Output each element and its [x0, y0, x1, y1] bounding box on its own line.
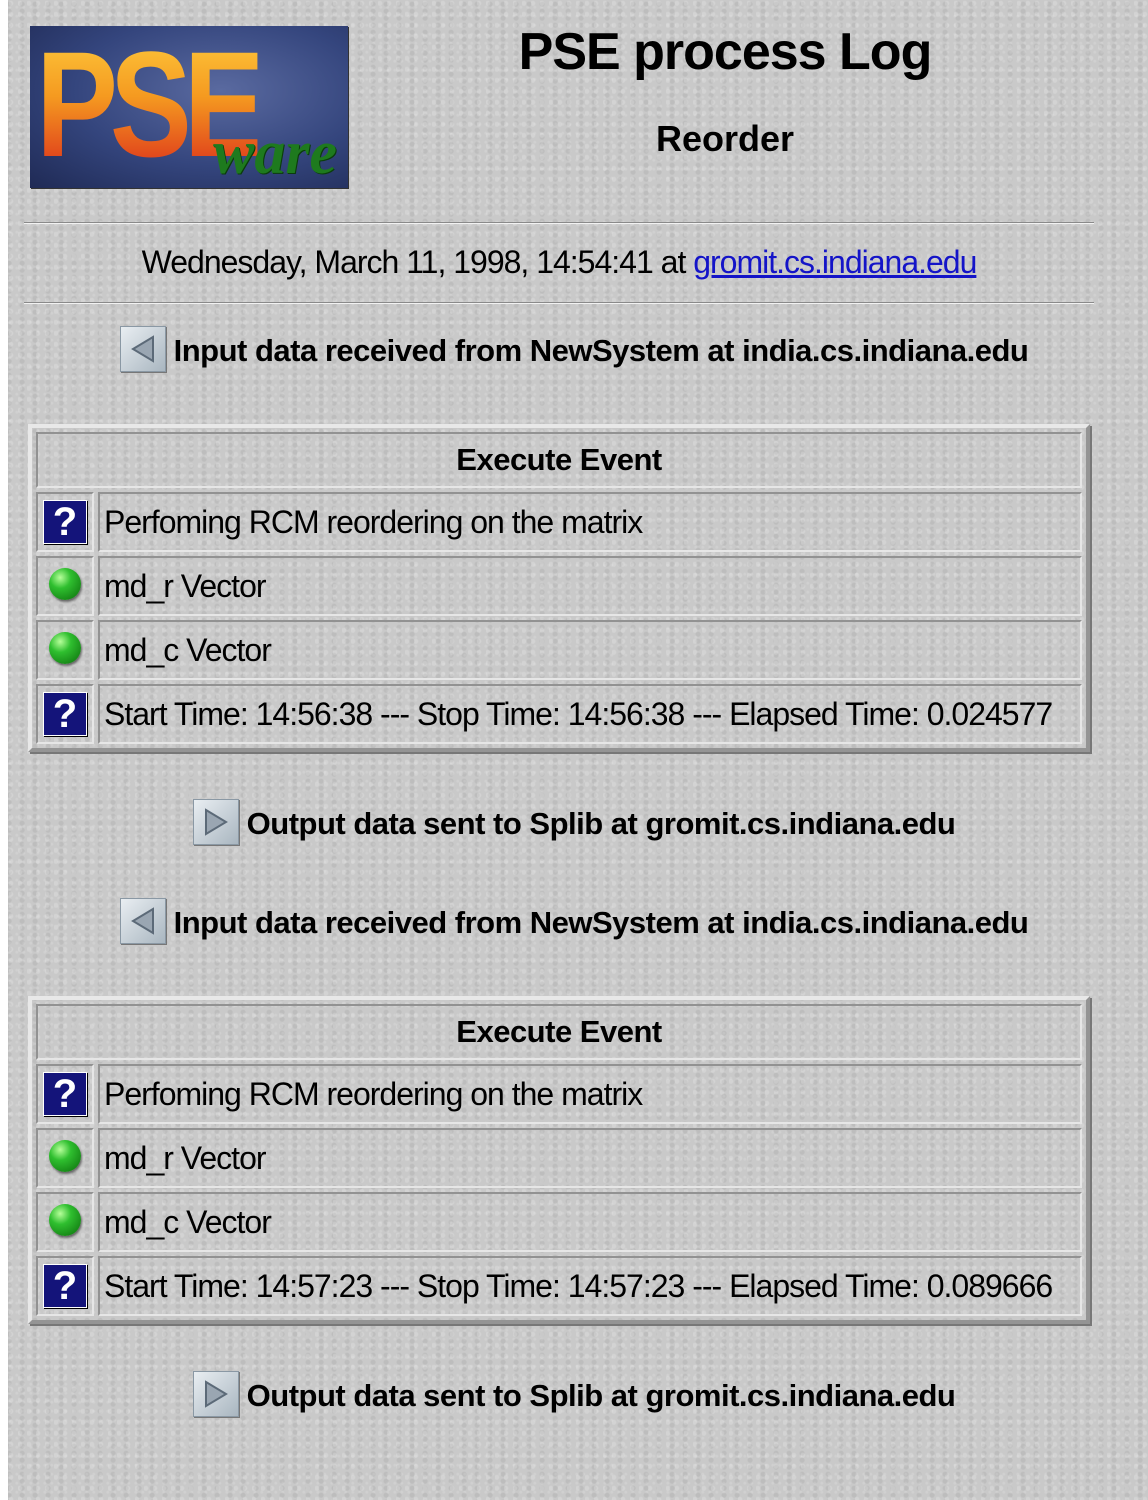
question-icon: ?: [43, 1264, 87, 1308]
table-row: ? Perfoming RCM reordering on the matrix: [36, 492, 1082, 552]
logo-ware-text: ware: [213, 119, 337, 187]
output-event-text: Output data sent to Splib at gromit.cs.i…: [246, 806, 956, 842]
divider-bottom: [24, 302, 1094, 304]
row-text: Start Time: 14:57:23 --- Stop Time: 14:5…: [98, 1256, 1082, 1316]
row-text: md_r Vector: [98, 556, 1082, 616]
green-dot-icon: [49, 1203, 81, 1236]
output-event-text: Output data sent to Splib at gromit.cs.i…: [246, 1378, 956, 1414]
green-dot-icon: [49, 631, 81, 664]
execute-event-table: Execute Event ? Perfoming RCM reordering…: [28, 996, 1090, 1324]
table-row: ? Start Time: 14:56:38 --- Stop Time: 14…: [36, 684, 1082, 744]
question-icon: ?: [43, 692, 87, 736]
row-text: md_c Vector: [98, 620, 1082, 680]
table-row: md_c Vector: [36, 620, 1082, 680]
table-header: Execute Event: [36, 1004, 1082, 1060]
row-text: Perfoming RCM reordering on the matrix: [98, 492, 1082, 552]
table-row: md_c Vector: [36, 1192, 1082, 1252]
question-icon: ?: [43, 1072, 87, 1116]
input-event-text: Input data received from NewSystem at in…: [173, 333, 1029, 369]
question-icon: ?: [43, 500, 87, 544]
page-edge: [0, 0, 8, 1500]
page-subtitle: Reorder: [655, 118, 795, 159]
host-link[interactable]: gromit.cs.indiana.edu: [693, 244, 977, 280]
input-event-text: Input data received from NewSystem at in…: [173, 905, 1029, 941]
execute-event-table: Execute Event ? Perfoming RCM reordering…: [28, 424, 1090, 752]
table-row: ? Perfoming RCM reordering on the matrix: [36, 1064, 1082, 1124]
row-text: md_c Vector: [98, 1192, 1082, 1252]
row-text: Perfoming RCM reordering on the matrix: [98, 1064, 1082, 1124]
row-text: Start Time: 14:56:38 --- Stop Time: 14:5…: [98, 684, 1082, 744]
input-arrow-icon[interactable]: [119, 326, 166, 372]
green-dot-icon: [49, 567, 81, 600]
green-dot-icon: [49, 1139, 81, 1172]
divider-top: [24, 222, 1094, 224]
input-arrow-icon[interactable]: [119, 898, 166, 944]
output-arrow-icon[interactable]: [192, 799, 239, 845]
output-event-line: Output data sent to Splib at gromit.cs.i…: [0, 799, 1148, 849]
table-header: Execute Event: [36, 432, 1082, 488]
pseware-logo: PSE ware: [30, 26, 348, 188]
table-row: md_r Vector: [36, 1128, 1082, 1188]
page-title: PSE process Log: [518, 23, 933, 81]
table-row: md_r Vector: [36, 556, 1082, 616]
row-text: md_r Vector: [98, 1128, 1082, 1188]
table-row: ? Start Time: 14:57:23 --- Stop Time: 14…: [36, 1256, 1082, 1316]
input-event-line: Input data received from NewSystem at in…: [0, 326, 1148, 376]
input-event-line: Input data received from NewSystem at in…: [0, 898, 1148, 948]
date-text: Wednesday, March 11, 1998, 14:54:41 at: [141, 244, 694, 280]
output-event-line: Output data sent to Splib at gromit.cs.i…: [0, 1371, 1148, 1421]
output-arrow-icon[interactable]: [192, 1371, 239, 1417]
date-line: Wednesday, March 11, 1998, 14:54:41 at g…: [24, 244, 1094, 281]
